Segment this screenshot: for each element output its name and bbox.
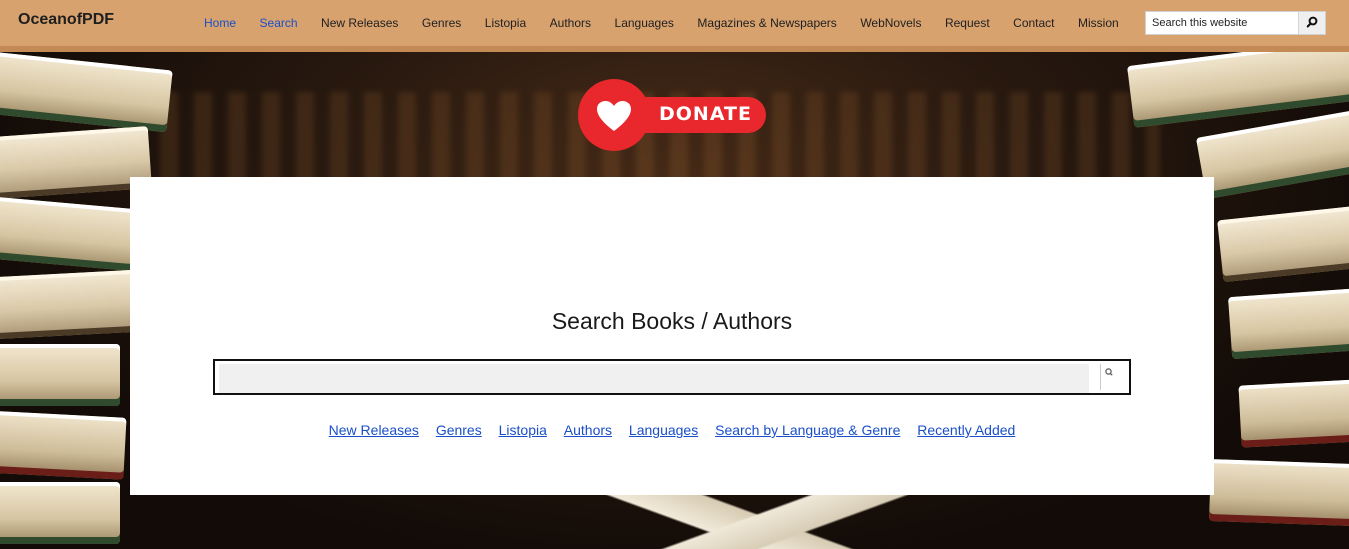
open-book-image	[560, 492, 980, 549]
nav-listopia[interactable]: Listopia	[485, 16, 526, 30]
heart-icon	[597, 101, 631, 131]
nav-genres[interactable]: Genres	[422, 16, 461, 30]
header-search-button[interactable]	[1298, 12, 1325, 34]
search-title: Search Books / Authors	[551, 308, 793, 334]
nav-webnovels[interactable]: WebNovels	[860, 16, 921, 30]
donate-label: DONATE	[659, 103, 752, 125]
link-new-releases[interactable]: New Releases	[329, 422, 419, 438]
book-search-input[interactable]	[219, 364, 1089, 393]
main-nav: Home Search New Releases Genres Listopia…	[204, 16, 1142, 30]
nav-mission[interactable]: Mission	[1078, 16, 1119, 30]
nav-new-releases[interactable]: New Releases	[321, 16, 398, 30]
search-card: Search Books / Authors New Releases Genr…	[130, 177, 1214, 495]
link-recently-added[interactable]: Recently Added	[917, 422, 1015, 438]
link-genres[interactable]: Genres	[436, 422, 482, 438]
link-search-by-language-genre[interactable]: Search by Language & Genre	[715, 422, 900, 438]
nav-contact[interactable]: Contact	[1013, 16, 1054, 30]
link-listopia[interactable]: Listopia	[499, 422, 547, 438]
search-icon	[1306, 16, 1318, 28]
site-logo[interactable]: OceanofPDF	[18, 11, 114, 29]
book-search-button[interactable]	[1100, 364, 1129, 390]
nav-home[interactable]: Home	[204, 16, 236, 30]
donate-button[interactable]: DONATE	[578, 79, 768, 151]
site-header: OceanofPDF Home Search New Releases Genr…	[0, 0, 1349, 52]
header-search-input[interactable]	[1146, 12, 1310, 34]
quick-links: New Releases Genres Listopia Authors Lan…	[130, 422, 1214, 438]
nav-request[interactable]: Request	[945, 16, 990, 30]
nav-magazines[interactable]: Magazines & Newspapers	[697, 16, 836, 30]
book-search-box	[213, 359, 1131, 395]
link-authors[interactable]: Authors	[564, 422, 612, 438]
nav-languages[interactable]: Languages	[615, 16, 674, 30]
link-languages[interactable]: Languages	[629, 422, 698, 438]
nav-search[interactable]: Search	[260, 16, 298, 30]
header-search	[1145, 11, 1326, 35]
nav-authors[interactable]: Authors	[550, 16, 591, 30]
search-icon	[1105, 368, 1113, 376]
